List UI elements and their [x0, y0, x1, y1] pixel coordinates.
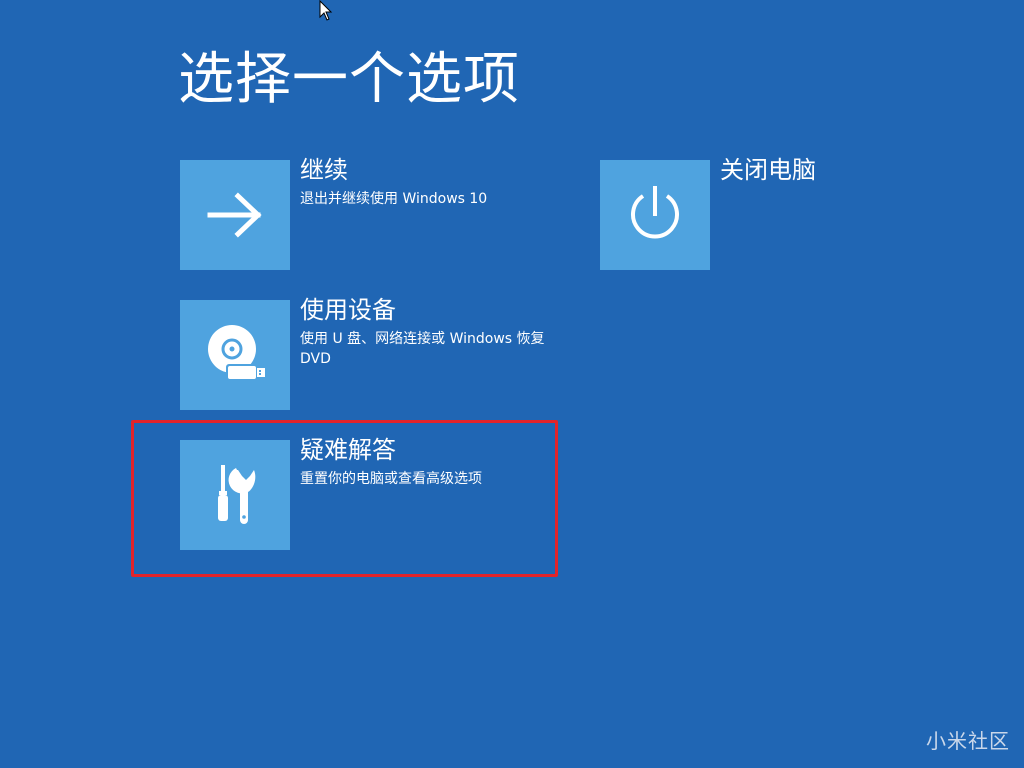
option-use-device-tile[interactable] — [180, 300, 290, 410]
option-shutdown-tile[interactable] — [600, 160, 710, 270]
option-use-device-description: 使用 U 盘、网络连接或 Windows 恢复 DVD — [300, 331, 545, 367]
option-troubleshoot[interactable]: 疑难解答 重置你的电脑或查看高级选项 — [180, 436, 580, 550]
tools-icon — [218, 465, 256, 524]
option-use-device[interactable]: 使用设备 使用 U 盘、网络连接或 Windows 恢复 DVD — [180, 296, 580, 410]
option-use-device-title: 使用设备 — [300, 296, 396, 324]
option-continue-title: 继续 — [300, 156, 348, 184]
option-troubleshoot-description: 重置你的电脑或查看高级选项 — [300, 471, 482, 487]
option-continue[interactable]: 继续 退出并继续使用 Windows 10 — [180, 156, 580, 270]
mouse-cursor-icon — [319, 0, 333, 21]
option-shutdown[interactable]: 关闭电脑 — [600, 156, 900, 270]
power-icon — [631, 186, 679, 239]
page-title: 选择一个选项 — [178, 47, 520, 112]
recovery-screen: 选择一个选项 继续 退出并继续使用 Windows 10 使用设备 使用 U 盘… — [0, 0, 1024, 768]
option-shutdown-title: 关闭电脑 — [720, 156, 816, 184]
option-troubleshoot-title: 疑难解答 — [300, 436, 396, 464]
option-continue-tile[interactable] — [180, 160, 290, 270]
option-continue-description: 退出并继续使用 Windows 10 — [300, 191, 488, 207]
arrow-right-icon — [207, 192, 262, 238]
disc-usb-icon — [208, 325, 266, 381]
watermark: 小米社区 — [926, 729, 1010, 753]
option-troubleshoot-tile[interactable] — [180, 440, 290, 550]
